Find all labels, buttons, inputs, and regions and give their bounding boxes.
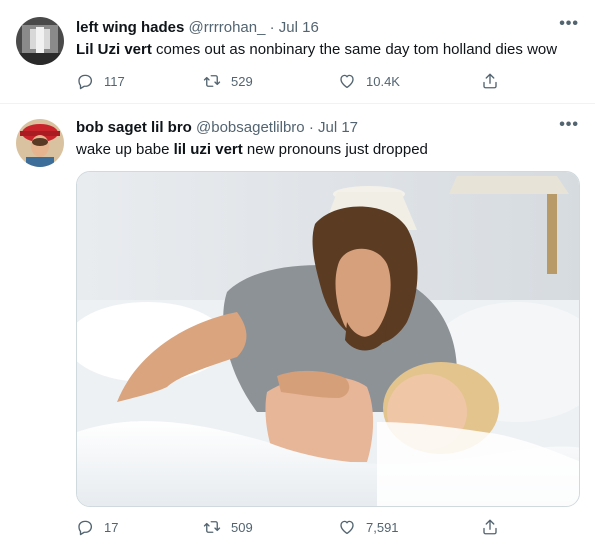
reply-button[interactable]: 17	[76, 518, 118, 536]
tweet-actions: 17 509 7,591	[76, 518, 516, 538]
like-button[interactable]: 7,591	[338, 518, 399, 536]
retweet-icon	[203, 75, 221, 87]
reply-count: 17	[104, 519, 119, 535]
tweet-media-photo[interactable]	[76, 171, 580, 507]
share-button[interactable]	[481, 72, 509, 90]
share-icon	[483, 73, 497, 89]
retweet-button[interactable]: 529	[203, 72, 253, 90]
retweet-count: 529	[231, 73, 253, 89]
reply-icon	[78, 520, 93, 536]
tweet-actions: 117 529 10.4K	[76, 72, 516, 92]
handle[interactable]: @rrrrohan_	[189, 19, 266, 36]
share-button[interactable]	[481, 518, 509, 536]
text-rest: comes out as nonbinary the same day tom …	[151, 41, 558, 58]
share-icon	[483, 519, 497, 535]
separator: ·	[269, 19, 275, 36]
more-icon[interactable]: •••	[559, 15, 579, 33]
display-name[interactable]: bob saget lil bro	[76, 119, 192, 136]
like-icon	[340, 520, 354, 535]
avatar[interactable]	[16, 119, 64, 167]
text-bold: lil uzi vert	[173, 141, 243, 158]
more-icon[interactable]: •••	[559, 116, 579, 134]
text-post: new pronouns just dropped	[242, 141, 428, 158]
like-icon	[340, 74, 354, 89]
like-count: 7,591	[366, 519, 399, 535]
timestamp[interactable]: Jul 17	[318, 119, 358, 136]
display-name[interactable]: left wing hades	[76, 19, 184, 36]
retweet-icon	[203, 521, 221, 533]
reply-button[interactable]: 117	[76, 72, 125, 90]
timestamp[interactable]: Jul 16	[279, 19, 319, 36]
like-button[interactable]: 10.4K	[338, 72, 400, 90]
handle[interactable]: @bobsagetlilbro	[196, 119, 305, 136]
tweet-header: left wing hades @rrrrohan_ · Jul 16	[76, 19, 319, 36]
tweet[interactable]: bob saget lil bro @bobsagetlilbro · Jul …	[0, 105, 595, 555]
tweet-header: bob saget lil bro @bobsagetlilbro · Jul …	[76, 119, 358, 136]
reply-count: 117	[104, 73, 125, 89]
text-bold: Lil Uzi vert	[76, 41, 152, 58]
retweet-count: 509	[231, 519, 253, 535]
reply-icon	[78, 74, 93, 90]
tweet[interactable]: left wing hades @rrrrohan_ · Jul 16 ••• …	[0, 0, 595, 104]
like-count: 10.4K	[366, 73, 400, 89]
separator: ·	[308, 119, 314, 136]
retweet-button[interactable]: 509	[203, 518, 253, 536]
text-pre: wake up babe	[76, 141, 174, 158]
avatar[interactable]	[16, 17, 64, 65]
tweet-text: wake up babe lil uzi vert new pronouns j…	[76, 140, 428, 160]
tweet-text: Lil Uzi vert comes out as nonbinary the …	[76, 40, 557, 60]
